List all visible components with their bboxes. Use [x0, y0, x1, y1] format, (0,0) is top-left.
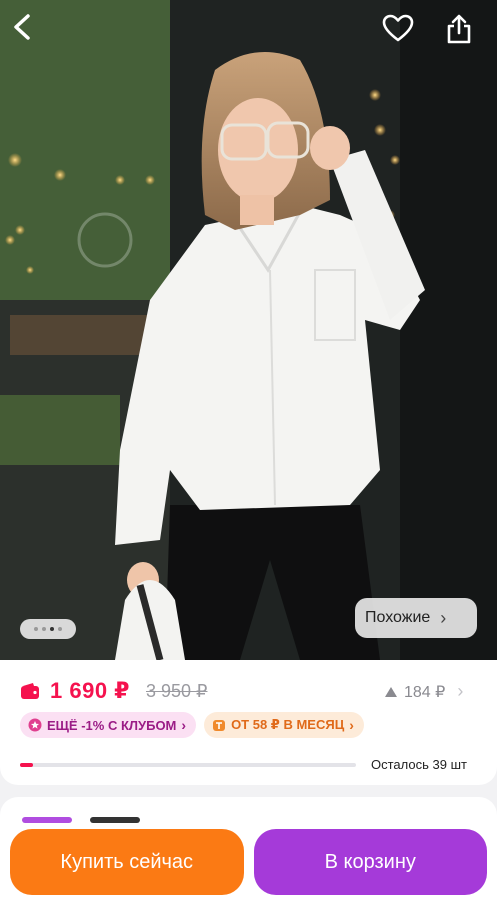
installment-label: ОТ 58 ₽ В МЕСЯЦ	[231, 717, 345, 732]
gallery-page-indicator	[20, 619, 76, 639]
add-to-cart-button[interactable]: В корзину	[253, 829, 487, 895]
stock-progress-bar	[20, 763, 356, 767]
club-discount-badge[interactable]: ЕЩЁ -1% С КЛУБОМ ›	[20, 712, 197, 738]
chevron-left-icon	[14, 14, 30, 40]
product-photo-illustration	[0, 0, 497, 660]
product-info-card: 1 690 ₽ 3 950 ₽ 184 ₽ › ЕЩЁ -1% С КЛУБОМ…	[0, 660, 497, 785]
page-dot-active	[50, 627, 54, 631]
old-price: 3 950 ₽	[145, 680, 208, 701]
chevron-right-icon: ›	[440, 607, 447, 628]
price-drop-value: 184 ₽	[404, 683, 446, 701]
action-bar: Купить сейчас В корзину	[0, 829, 497, 900]
club-star-icon	[28, 718, 42, 732]
club-discount-label: ЕЩЁ -1% С КЛУБОМ	[47, 717, 177, 733]
product-screen: Похожие › 1 690 ₽ 3 950 ₽ 184 ₽ › ЕЩЁ -1…	[0, 0, 497, 900]
wallet-icon	[21, 683, 39, 699]
section-chip	[90, 817, 140, 823]
product-photo[interactable]: Похожие ›	[0, 0, 497, 660]
chevron-right-icon: ›	[349, 717, 354, 733]
back-button[interactable]	[12, 14, 52, 54]
page-dot	[42, 627, 46, 631]
triangle-up-icon	[385, 686, 397, 697]
page-dot	[34, 627, 38, 631]
heart-icon	[382, 14, 414, 42]
section-chip	[22, 817, 72, 823]
stock-remaining: Осталось 39 шт	[371, 757, 467, 772]
similar-button-label: Похожие	[365, 609, 431, 626]
share-icon	[447, 14, 471, 44]
chevron-right-icon: ›	[181, 717, 187, 733]
chevron-right-icon: ›	[457, 681, 464, 701]
installment-badge[interactable]: ОТ 58 ₽ В МЕСЯЦ ›	[204, 712, 364, 738]
page-dot	[58, 627, 62, 631]
buy-now-button[interactable]: Купить сейчас	[10, 829, 244, 895]
share-button[interactable]	[446, 14, 486, 54]
price-row: 1 690 ₽ 3 950 ₽	[20, 678, 207, 704]
favorite-button[interactable]	[382, 14, 422, 54]
current-price: 1 690 ₽	[50, 678, 130, 703]
installment-icon	[213, 720, 226, 731]
stock-progress-fill	[20, 763, 34, 767]
similar-button[interactable]: Похожие ›	[355, 598, 477, 638]
price-drop-indicator[interactable]: 184 ₽ ›	[384, 681, 463, 702]
promo-badges: ЕЩЁ -1% С КЛУБОМ › ОТ 58 ₽ В МЕСЯЦ ›	[20, 712, 364, 738]
